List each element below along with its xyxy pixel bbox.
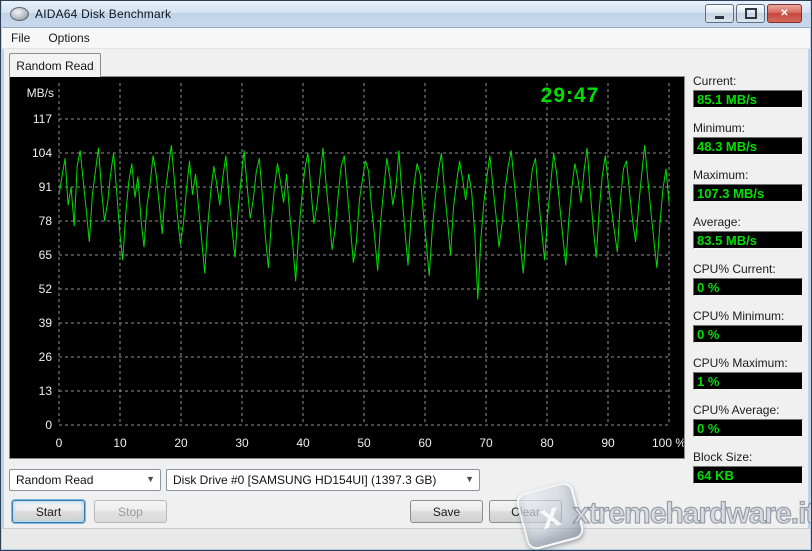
stat-label: CPU% Maximum: — [693, 356, 803, 370]
stat-label: CPU% Average: — [693, 403, 803, 417]
stat-value-box: 48.3 MB/s — [693, 137, 803, 155]
chart-gridlines — [59, 83, 669, 425]
svg-text:30: 30 — [235, 436, 249, 450]
svg-text:80: 80 — [540, 436, 554, 450]
stat-group: CPU% Maximum: 1 % — [693, 356, 803, 390]
benchmark-chart-panel: MB/s 117 104 91 78 65 52 39 26 13 00 10 20 30 40 50 60 70… — [9, 76, 685, 459]
disk-drive-select[interactable]: Disk Drive #0 [SAMSUNG HD154UI] (1397.3 … — [166, 469, 480, 491]
stat-group: CPU% Minimum: 0 % — [693, 309, 803, 343]
stat-group: Block Size: 64 KB — [693, 450, 803, 484]
svg-text:50: 50 — [357, 436, 371, 450]
close-icon: ✕ — [780, 8, 788, 19]
benchmark-chart: MB/s 117 104 91 78 65 52 39 26 13 00 10 20 30 40 50 60 70… — [10, 77, 684, 458]
stat-value-box: 1 % — [693, 372, 803, 390]
window-title: AIDA64 Disk Benchmark — [35, 7, 171, 21]
svg-text:60: 60 — [418, 436, 432, 450]
app-window: AIDA64 Disk Benchmark ✕ File Options Ran… — [0, 0, 812, 551]
svg-text:78: 78 — [39, 214, 53, 228]
stat-group: CPU% Average: 0 % — [693, 403, 803, 437]
status-bar — [2, 528, 810, 549]
stat-group: Maximum: 107.3 MB/s — [693, 168, 803, 202]
stat-value-box: 0 % — [693, 419, 803, 437]
svg-text:104: 104 — [32, 146, 52, 160]
svg-text:90: 90 — [601, 436, 615, 450]
svg-text:26: 26 — [39, 350, 53, 364]
start-button[interactable]: Start — [12, 500, 85, 523]
tab-random-read[interactable]: Random Read — [9, 53, 101, 77]
svg-text:13: 13 — [39, 384, 53, 398]
stat-value-box: 107.3 MB/s — [693, 184, 803, 202]
clear-button[interactable]: Clear — [489, 500, 562, 523]
app-disk-icon — [10, 7, 29, 21]
maximize-icon — [745, 8, 757, 19]
title-bar[interactable]: AIDA64 Disk Benchmark ✕ — [2, 1, 810, 28]
x-axis-labels: 0 10 20 30 40 50 60 70 80 90 100 % — [56, 436, 684, 450]
benchmark-type-select[interactable]: Random Read ▼ — [9, 469, 161, 491]
stat-value-box: 0 % — [693, 278, 803, 296]
svg-text:91: 91 — [39, 180, 53, 194]
svg-text:65: 65 — [39, 248, 53, 262]
stat-value-box: 64 KB — [693, 466, 803, 484]
stat-label: Minimum: — [693, 121, 803, 135]
svg-text:100 %: 100 % — [652, 436, 684, 450]
svg-text:0: 0 — [45, 418, 52, 432]
watermark-text: xtremehardware.it — [573, 497, 812, 531]
svg-text:70: 70 — [479, 436, 493, 450]
minimize-button[interactable] — [705, 4, 734, 23]
chevron-down-icon: ▼ — [146, 474, 155, 484]
svg-text:39: 39 — [39, 316, 53, 330]
stat-value-box: 83.5 MB/s — [693, 231, 803, 249]
svg-text:117: 117 — [33, 112, 52, 126]
svg-text:52: 52 — [39, 282, 53, 296]
svg-text:20: 20 — [174, 436, 188, 450]
stat-label: Block Size: — [693, 450, 803, 464]
chevron-down-icon: ▼ — [465, 474, 474, 484]
disk-drive-value: Disk Drive #0 [SAMSUNG HD154UI] (1397.3 … — [173, 473, 436, 487]
y-axis-labels: MB/s 117 104 91 78 65 52 39 26 13 0 — [27, 86, 54, 432]
svg-text:10: 10 — [113, 436, 127, 450]
minimize-icon — [715, 16, 724, 19]
tab-label: Random Read — [16, 59, 93, 73]
svg-text:0: 0 — [56, 436, 63, 450]
stat-value-box: 85.1 MB/s — [693, 90, 803, 108]
stat-group: Minimum: 48.3 MB/s — [693, 121, 803, 155]
stat-label: CPU% Current: — [693, 262, 803, 276]
menu-bar: File Options — [2, 28, 810, 49]
stat-group: Average: 83.5 MB/s — [693, 215, 803, 249]
stat-value-box: 0 % — [693, 325, 803, 343]
stat-label: Maximum: — [693, 168, 803, 182]
menu-file[interactable]: File — [10, 29, 39, 48]
stat-label: Average: — [693, 215, 803, 229]
stats-panel: Current: 85.1 MB/s Minimum: 48.3 MB/s Maximu… — [693, 74, 803, 497]
svg-text:40: 40 — [296, 436, 310, 450]
y-axis-unit: MB/s — [27, 86, 54, 100]
stat-label: Current: — [693, 74, 803, 88]
close-button[interactable]: ✕ — [767, 4, 802, 23]
elapsed-time: 29:47 — [505, 84, 635, 108]
stop-button[interactable]: Stop — [94, 500, 167, 523]
menu-options[interactable]: Options — [47, 29, 98, 48]
benchmark-type-value: Random Read — [16, 473, 93, 487]
stat-label: CPU% Minimum: — [693, 309, 803, 323]
maximize-button[interactable] — [736, 4, 765, 23]
save-button[interactable]: Save — [410, 500, 483, 523]
stat-group: Current: 85.1 MB/s — [693, 74, 803, 108]
stat-group: CPU% Current: 0 % — [693, 262, 803, 296]
